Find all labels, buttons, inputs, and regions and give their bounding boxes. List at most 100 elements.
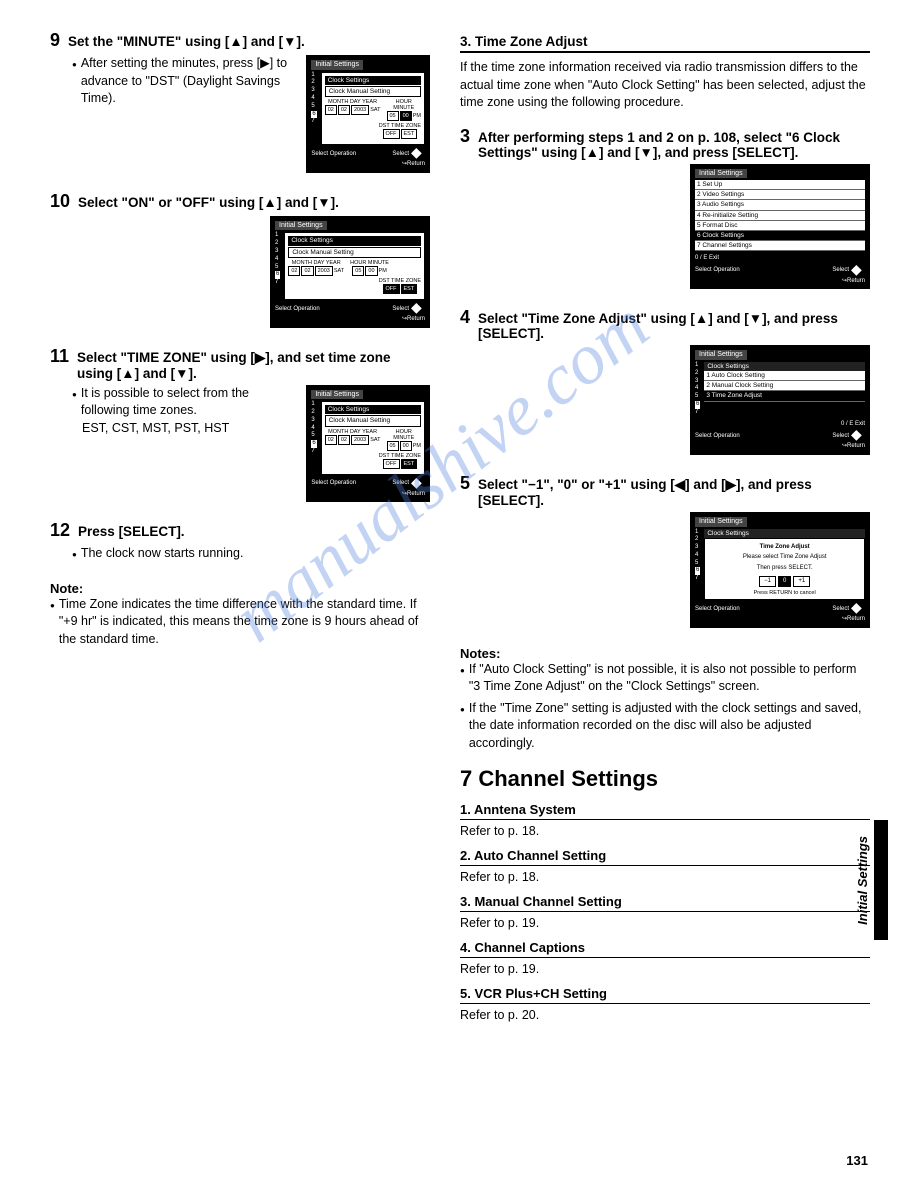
note-text: Time Zone indicates the time difference … (59, 596, 430, 649)
refer-channel-captions: Refer to p. 19. (460, 962, 870, 976)
screenshot-step5: Initial Settings 1234567 Clock Settings … (690, 512, 870, 628)
heading-channel-settings: 7 Channel Settings (460, 766, 870, 792)
tz-opt: −1 (759, 576, 776, 587)
menu-item-selected: 6 Clock Settings (695, 231, 865, 241)
note-1: If "Auto Clock Setting" is not possible,… (469, 661, 870, 696)
val-dst: OFF (383, 129, 400, 139)
tz-title: Time Zone Adjust (708, 542, 861, 553)
menu-item: 1 Auto Clock Setting (704, 371, 865, 381)
menu-item: 2 Manual Clock Setting (704, 381, 865, 391)
notes-block: Notes: If "Auto Clock Setting" is not po… (460, 646, 870, 753)
menu-item: 4 Re-initialize Setting (695, 211, 865, 221)
shot-foot: Select (832, 433, 849, 440)
shot-foot: Select Operation (311, 480, 356, 487)
tz-options: −1 0 +1 (708, 576, 861, 587)
val-ampm: PM (413, 111, 421, 121)
left-column: 9 Set the "MINUTE" using [▲] and [▼]. Af… (50, 30, 430, 1026)
shot-return: ↪Return (311, 491, 425, 498)
refer-antenna: Refer to p. 18. (460, 824, 870, 838)
val-day: 02 (338, 105, 350, 115)
nav-diamond-icon (411, 147, 425, 161)
val: SAT (370, 435, 380, 445)
nav-diamond-icon (411, 302, 425, 316)
shot-title: Initial Settings (695, 517, 747, 527)
val: PM (379, 266, 387, 276)
val: 2003 (315, 266, 333, 276)
page-content: 9 Set the "MINUTE" using [▲] and [▼]. Af… (50, 30, 878, 1026)
sub-auto-channel: 2. Auto Channel Setting (460, 848, 870, 866)
menu-item: 1 Set Up (695, 180, 865, 190)
shot-foot-return: ↪Return (311, 161, 425, 168)
timezone-list: EST, CST, MST, PST, HST (82, 420, 296, 438)
val-tz: EST (401, 129, 418, 139)
screenshot-step3: Initial Settings 1 Set Up 2 Video Settin… (690, 164, 870, 290)
shot-subtitle: Clock Settings (704, 362, 865, 371)
menu-item: 3 Audio Settings (695, 200, 865, 210)
menu-exit: 0 / E Exit (695, 421, 865, 428)
note-block: Note: Time Zone indicates the time diffe… (50, 581, 430, 649)
shot-return: ↪Return (275, 316, 425, 323)
page-number: 131 (846, 1153, 868, 1168)
shot-subtitle: Clock Settings (288, 236, 421, 245)
shot-return: ↪Return (695, 443, 865, 450)
refer-vcr-plus: Refer to p. 20. (460, 1008, 870, 1022)
shot-subtitle: Clock Settings (704, 529, 865, 538)
val: PM (413, 441, 421, 451)
shot-foot: Select Operation (695, 267, 740, 274)
menu-list: 1 Set Up 2 Video Settings 3 Audio Settin… (695, 180, 865, 251)
note-2: If the "Time Zone" setting is adjusted w… (469, 700, 870, 753)
val: EST (401, 284, 418, 294)
shot-subtitle: Clock Settings (325, 405, 421, 414)
step-title: Select "−1", "0" or "+1" using [◀] and [… (478, 477, 870, 508)
val: OFF (383, 459, 400, 469)
shot-subtitle2: Clock Manual Setting (288, 247, 421, 258)
shot-foot: Select (832, 267, 849, 274)
menu-list: 1 Auto Clock Setting 2 Manual Clock Sett… (704, 371, 865, 401)
shot-title: Initial Settings (695, 350, 747, 360)
shot-sidebar-nums: 1234567 (311, 401, 318, 475)
step-number: 9 (50, 30, 60, 51)
menu-exit: 0 / E Exit (695, 255, 865, 262)
sub-vcr-plus: 5. VCR Plus+CH Setting (460, 986, 870, 1004)
tz-intro: If the time zone information received vi… (460, 59, 870, 112)
step-5: 5 Select "−1", "0" or "+1" using [◀] and… (460, 473, 870, 628)
step-title: After performing steps 1 and 2 on p. 108… (478, 130, 870, 160)
step-title: Select "TIME ZONE" using [▶], and set ti… (77, 350, 430, 381)
val: 02 (325, 435, 337, 445)
side-tab-label: Initial Settings (851, 836, 874, 925)
screenshot-step9: Initial Settings 1234567 Clock Settings … (306, 55, 430, 173)
shot-title: Initial Settings (275, 221, 327, 231)
step-10: 10 Select "ON" or "OFF" using [▲] and [▼… (50, 191, 430, 328)
shot-foot: Select Operation (695, 606, 740, 613)
val: 02 (338, 435, 350, 445)
side-tab: Initial Settings (851, 820, 888, 940)
shot-foot: Select (832, 606, 849, 613)
nav-diamond-icon (851, 429, 865, 443)
sub-manual-channel: 3. Manual Channel Setting (460, 894, 870, 912)
step-title: Select "ON" or "OFF" using [▲] and [▼]. (78, 195, 339, 210)
val: 00 (400, 441, 412, 451)
val-year: 2003 (351, 105, 369, 115)
step-body: It is possible to select from the follow… (81, 385, 297, 420)
step-11: 11 Select "TIME ZONE" using [▶], and set… (50, 346, 430, 503)
tz-return-hint: Press RETURN to cancel (708, 590, 861, 596)
shot-sidebar-nums: 1234567 (695, 362, 702, 417)
shot-subtitle: Clock Settings (325, 76, 421, 85)
step-number: 5 (460, 473, 470, 494)
sub-channel-captions: 4. Channel Captions (460, 940, 870, 958)
refer-manual-channel: Refer to p. 19. (460, 916, 870, 930)
step-4: 4 Select "Time Zone Adjust" using [▲] an… (460, 307, 870, 454)
nav-diamond-icon (851, 602, 865, 616)
tz-opt-selected: 0 (778, 576, 791, 587)
shot-title: Initial Settings (311, 60, 363, 70)
val: EST (401, 459, 418, 469)
sub-antenna: 1. Anntena System (460, 802, 870, 820)
step-number: 10 (50, 191, 70, 212)
menu-item: 5 Format Disc (695, 221, 865, 231)
section-timezone-adjust: 3. Time Zone Adjust (460, 34, 870, 53)
shot-foot: Select Operation (275, 306, 320, 313)
shot-foot: Select (392, 306, 409, 313)
shot-return: ↪Return (695, 278, 865, 285)
shot-foot-select: Select (392, 151, 409, 158)
val: SAT (334, 266, 344, 276)
